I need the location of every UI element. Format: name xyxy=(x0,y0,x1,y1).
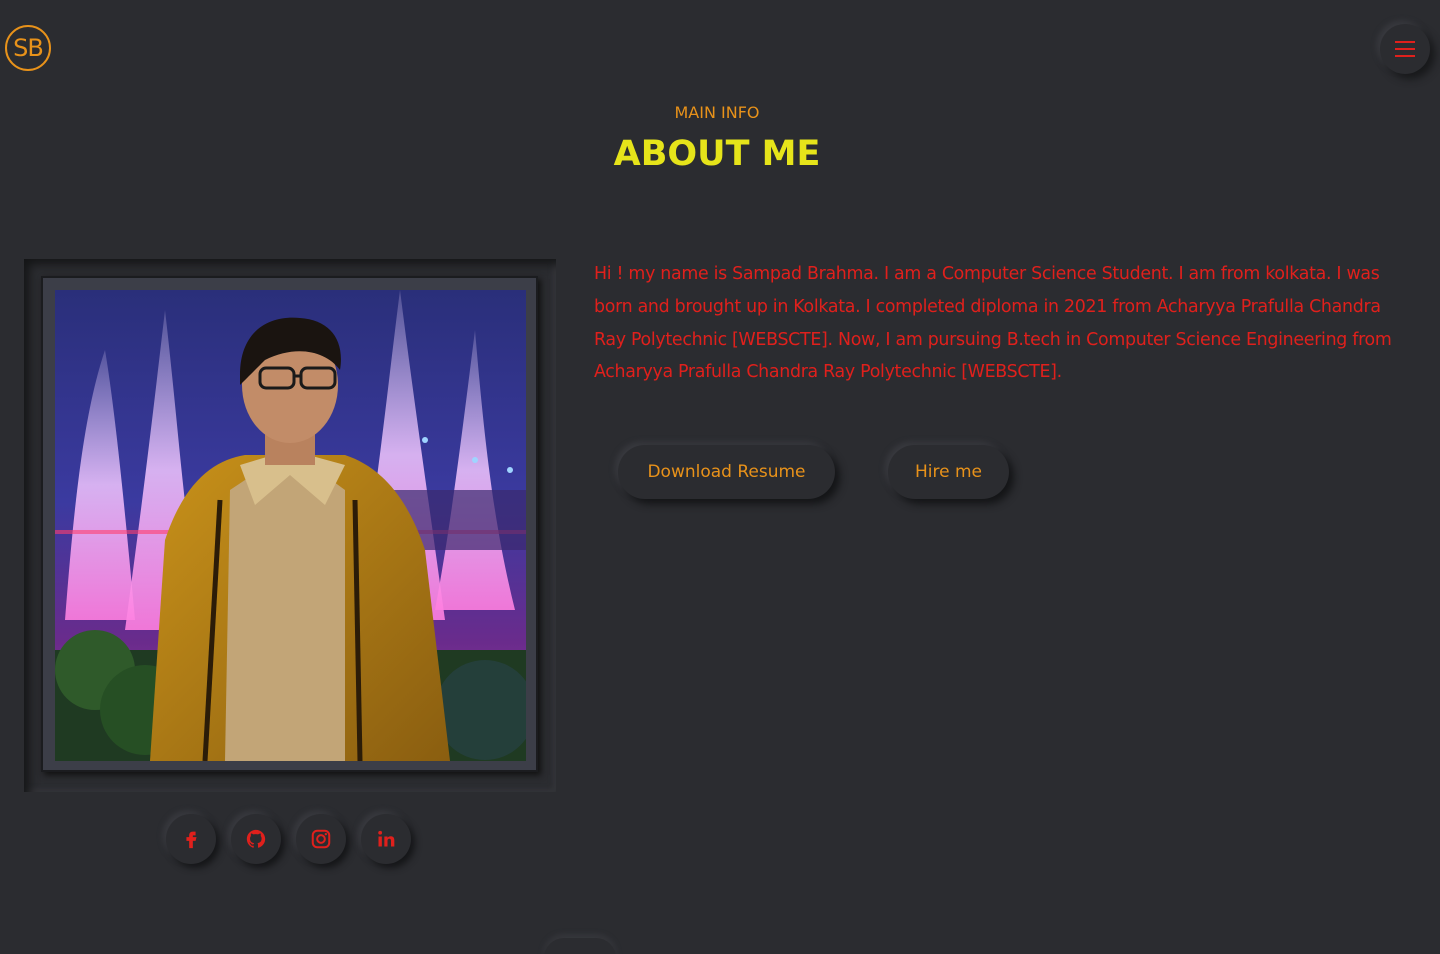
page: SB MAIN INFO ABOUT ME Hi ! my name is Sa… xyxy=(0,0,1440,954)
download-resume-button[interactable]: Download Resume xyxy=(618,445,835,499)
hire-me-label: Hire me xyxy=(914,462,982,482)
social-links xyxy=(166,814,411,864)
instagram-button[interactable] xyxy=(296,814,346,864)
about-description: Hi ! my name is Sampad Brahma. I am a Co… xyxy=(594,264,1392,383)
facebook-icon xyxy=(186,831,197,849)
facebook-button[interactable] xyxy=(166,814,216,864)
photo-frame xyxy=(24,259,556,792)
logo-text: SB xyxy=(13,34,44,62)
section-subtitle: MAIN INFO xyxy=(674,103,760,122)
scroll-element[interactable] xyxy=(544,938,616,954)
linkedin-button[interactable] xyxy=(361,814,411,864)
profile-photo xyxy=(55,290,526,761)
section-title: ABOUT ME xyxy=(613,134,821,174)
download-resume-label: Download Resume xyxy=(647,462,806,482)
hire-me-button[interactable]: Hire me xyxy=(888,445,1009,499)
menu-button[interactable] xyxy=(1380,24,1430,74)
hamburger-menu-icon xyxy=(1395,41,1415,57)
linkedin-icon xyxy=(378,830,395,847)
photo-inner-frame xyxy=(41,276,538,772)
github-button[interactable] xyxy=(231,814,281,864)
logo[interactable]: SB xyxy=(5,25,51,71)
github-icon xyxy=(246,829,266,848)
instagram-icon xyxy=(311,829,331,849)
